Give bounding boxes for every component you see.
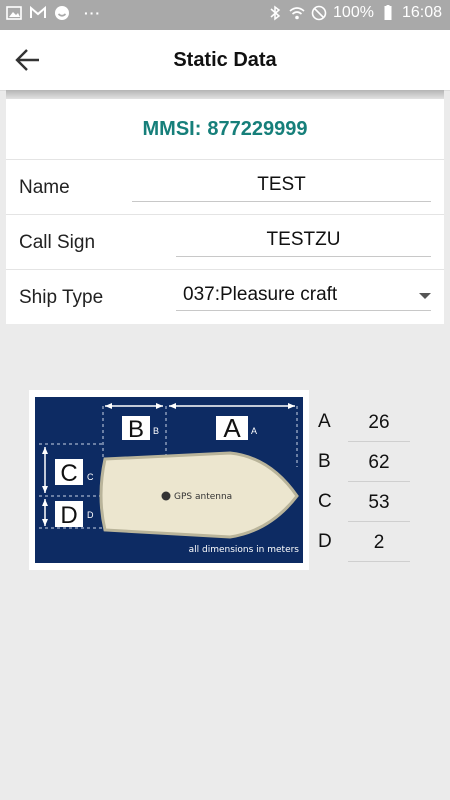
bluetooth-icon (270, 5, 281, 21)
dimension-diagram: B B A A C C D D GPS antenna all dimensio… (29, 390, 309, 570)
small-label-b: B (153, 426, 159, 436)
label-c: C (60, 460, 77, 487)
dim-value-b[interactable]: 62 (348, 443, 410, 482)
more-notifications: ··· (84, 5, 101, 21)
battery-percent: 100% (333, 4, 374, 21)
ship-type-select[interactable]: 037:Pleasure craft (176, 281, 431, 311)
ship-type-label: Ship Type (19, 287, 104, 308)
wifi-icon (289, 7, 305, 20)
dim-label-a: A (318, 411, 331, 432)
dim-row-c: C 53 (318, 483, 413, 523)
dim-value-d[interactable]: 2 (348, 523, 410, 562)
call-sign-row: Call Sign TESTZU (6, 214, 444, 270)
dim-label-b: B (318, 451, 331, 472)
call-sign-field[interactable]: TESTZU (176, 226, 431, 257)
label-a: A (223, 413, 241, 443)
clock: 16:08 (401, 4, 442, 21)
gmail-icon (30, 5, 46, 18)
dim-row-d: D 2 (318, 523, 413, 563)
name-label: Name (19, 177, 70, 198)
dim-value-a[interactable]: 26 (348, 403, 410, 442)
mmsi-row: MMSI: 877229999 (6, 99, 444, 159)
small-label-a: A (251, 426, 257, 436)
ship-diagram-image: B B A A C C D D GPS antenna all dimensio… (35, 397, 303, 563)
app-bar: Static Data (0, 30, 450, 91)
gps-antenna-label: GPS antenna (174, 492, 232, 502)
call-sign-label: Call Sign (19, 232, 96, 253)
dim-row-b: B 62 (318, 443, 413, 483)
name-field[interactable]: TEST (132, 171, 431, 202)
small-label-d: D (87, 510, 94, 520)
dim-value-c[interactable]: 53 (348, 483, 410, 522)
chevron-down-icon (419, 293, 431, 299)
page-title: Static Data (173, 49, 277, 71)
battery-icon (384, 5, 392, 20)
smiley-icon (55, 6, 69, 20)
static-data-card: MMSI: 877229999 Name TEST Call Sign TEST… (6, 99, 444, 324)
units-note: all dimensions in meters (189, 545, 300, 555)
dim-label-d: D (318, 531, 332, 552)
status-bar: ··· 100% 16:08 (0, 0, 450, 30)
gallery-icon (6, 6, 22, 20)
do-not-disturb-icon (311, 5, 327, 21)
dim-label-c: C (318, 491, 332, 512)
ship-type-row: Ship Type 037:Pleasure craft (6, 269, 444, 325)
mmsi-value: 877229999 (207, 117, 308, 140)
label-d: D (60, 502, 77, 529)
label-b: B (128, 416, 144, 443)
name-row: Name TEST (6, 159, 444, 215)
small-label-c: C (87, 472, 94, 482)
ship-type-value: 037:Pleasure craft (183, 284, 338, 305)
mmsi-label: MMSI: (142, 117, 202, 140)
dim-row-a: A 26 (318, 403, 413, 443)
